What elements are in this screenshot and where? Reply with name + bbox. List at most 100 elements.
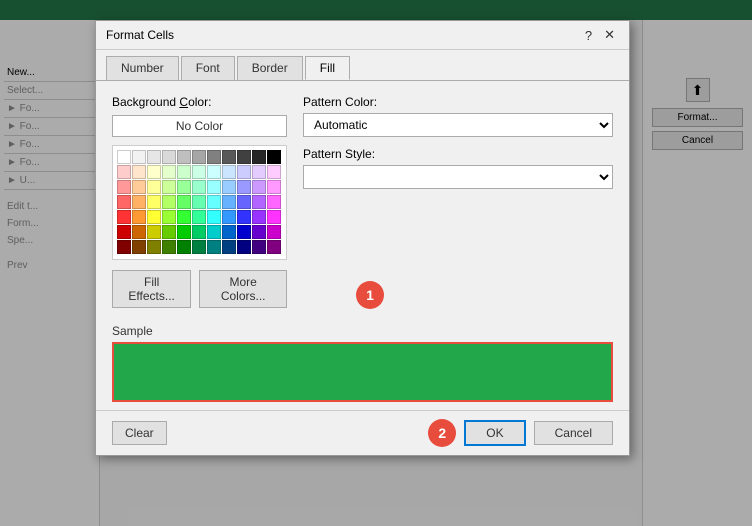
color-cell[interactable] — [237, 225, 251, 239]
color-cell[interactable] — [207, 165, 221, 179]
color-cell[interactable] — [252, 240, 266, 254]
color-cell[interactable] — [177, 165, 191, 179]
color-cell[interactable] — [222, 240, 236, 254]
color-cell[interactable] — [192, 165, 206, 179]
color-cell[interactable] — [132, 210, 146, 224]
color-cell[interactable] — [237, 165, 251, 179]
color-cell[interactable] — [267, 180, 281, 194]
pattern-color-dropdown[interactable]: Automatic — [303, 113, 613, 137]
dialog-help-button[interactable]: ? — [581, 28, 596, 43]
clear-button[interactable]: Clear — [112, 421, 167, 445]
tab-fill[interactable]: Fill — [305, 56, 350, 80]
color-cell[interactable] — [207, 240, 221, 254]
color-cell[interactable] — [252, 225, 266, 239]
color-cell[interactable] — [177, 225, 191, 239]
color-cell[interactable] — [147, 240, 161, 254]
color-cell[interactable] — [267, 150, 281, 164]
color-cell[interactable] — [147, 210, 161, 224]
color-cell[interactable] — [192, 195, 206, 209]
color-cell[interactable] — [192, 180, 206, 194]
color-cell[interactable] — [162, 165, 176, 179]
color-cell[interactable] — [267, 225, 281, 239]
color-cell[interactable] — [177, 150, 191, 164]
color-cell[interactable] — [207, 210, 221, 224]
color-cell[interactable] — [117, 165, 131, 179]
color-cell[interactable] — [162, 195, 176, 209]
color-cell[interactable] — [162, 240, 176, 254]
color-cell[interactable] — [207, 180, 221, 194]
color-cell[interactable] — [147, 195, 161, 209]
color-cell[interactable] — [132, 180, 146, 194]
color-cell[interactable] — [162, 180, 176, 194]
more-colors-button[interactable]: More Colors... — [199, 270, 287, 308]
color-cell[interactable] — [222, 165, 236, 179]
sample-preview-box — [112, 342, 613, 402]
color-cell[interactable] — [132, 195, 146, 209]
color-cell[interactable] — [222, 195, 236, 209]
color-cell[interactable] — [162, 150, 176, 164]
pattern-style-dropdown[interactable] — [303, 165, 613, 189]
color-cell[interactable] — [132, 165, 146, 179]
cancel-button[interactable]: Cancel — [534, 421, 613, 445]
ok-button[interactable]: OK — [464, 420, 525, 446]
fill-effects-button[interactable]: Fill Effects... — [112, 270, 191, 308]
color-cell[interactable] — [147, 180, 161, 194]
color-cell[interactable] — [177, 180, 191, 194]
color-cell[interactable] — [207, 195, 221, 209]
palette-row-7 — [117, 240, 282, 254]
color-cell[interactable] — [237, 150, 251, 164]
color-cell[interactable] — [132, 240, 146, 254]
color-cell[interactable] — [207, 225, 221, 239]
footer-left: Clear — [112, 419, 167, 447]
color-cell[interactable] — [267, 195, 281, 209]
color-cell[interactable] — [237, 180, 251, 194]
color-cell[interactable] — [252, 165, 266, 179]
color-cell[interactable] — [177, 195, 191, 209]
palette-row-5 — [117, 210, 282, 224]
color-cell[interactable] — [147, 225, 161, 239]
color-cell[interactable] — [117, 225, 131, 239]
color-cell[interactable] — [177, 210, 191, 224]
color-cell[interactable] — [162, 210, 176, 224]
tab-number[interactable]: Number — [106, 56, 179, 80]
step-2-indicator: 2 — [428, 419, 456, 447]
color-cell[interactable] — [117, 195, 131, 209]
pattern-style-dropdown-wrapper — [303, 165, 613, 189]
background-color-label: Background Color: — [112, 95, 287, 109]
color-cell[interactable] — [117, 180, 131, 194]
color-cell[interactable] — [207, 150, 221, 164]
color-cell[interactable] — [267, 165, 281, 179]
left-column: Background Color: No Color — [112, 95, 287, 308]
color-cell[interactable] — [222, 150, 236, 164]
color-cell[interactable] — [177, 240, 191, 254]
color-cell[interactable] — [147, 150, 161, 164]
color-cell[interactable] — [117, 210, 131, 224]
color-cell[interactable] — [252, 195, 266, 209]
color-cell[interactable] — [252, 210, 266, 224]
color-cell[interactable] — [237, 195, 251, 209]
color-cell[interactable] — [192, 240, 206, 254]
color-cell[interactable] — [267, 240, 281, 254]
color-cell[interactable] — [222, 225, 236, 239]
dialog-close-button[interactable]: ✕ — [600, 27, 619, 43]
color-cell[interactable] — [237, 210, 251, 224]
color-cell[interactable] — [192, 210, 206, 224]
color-cell[interactable] — [117, 150, 131, 164]
palette-row-4 — [117, 195, 282, 209]
color-cell[interactable] — [132, 150, 146, 164]
color-cell[interactable] — [162, 225, 176, 239]
color-cell[interactable] — [222, 210, 236, 224]
color-cell[interactable] — [252, 180, 266, 194]
color-cell[interactable] — [192, 150, 206, 164]
color-cell[interactable] — [252, 150, 266, 164]
color-cell[interactable] — [237, 240, 251, 254]
color-cell[interactable] — [222, 180, 236, 194]
tab-font[interactable]: Font — [181, 56, 235, 80]
tab-border[interactable]: Border — [237, 56, 303, 80]
no-color-button[interactable]: No Color — [112, 115, 287, 137]
color-cell[interactable] — [192, 225, 206, 239]
color-cell[interactable] — [267, 210, 281, 224]
color-cell[interactable] — [147, 165, 161, 179]
color-cell[interactable] — [132, 225, 146, 239]
color-cell[interactable] — [117, 240, 131, 254]
